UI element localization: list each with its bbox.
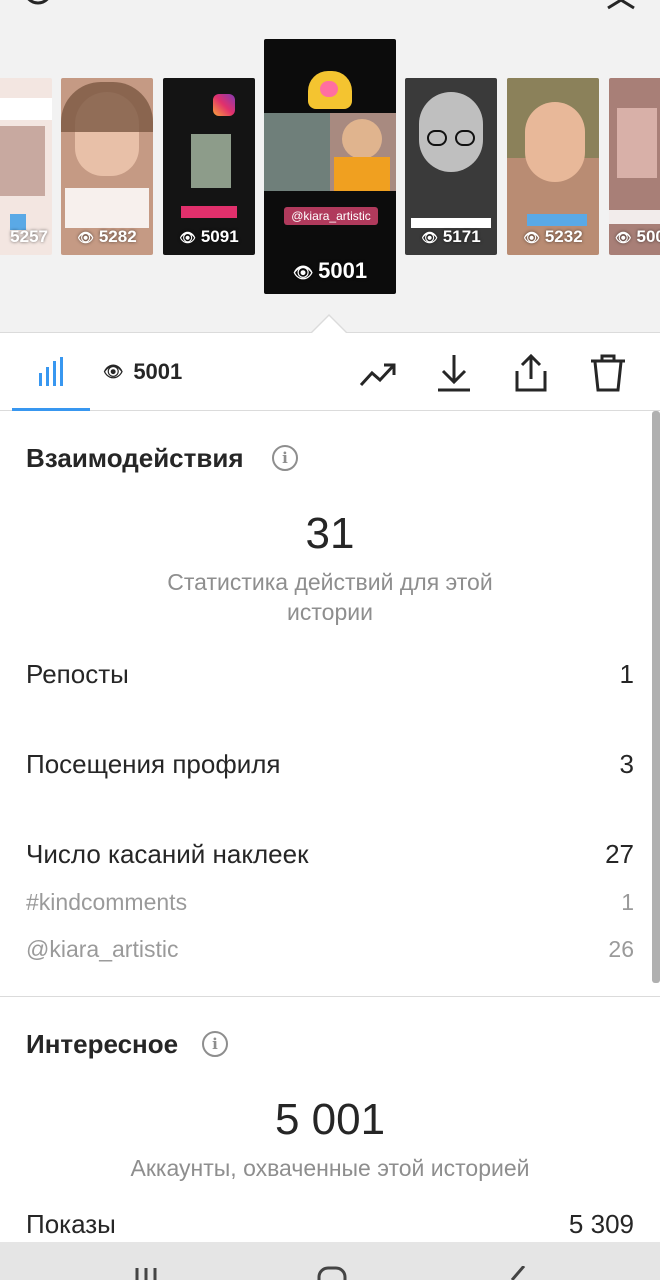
- tab-insights[interactable]: [12, 333, 90, 411]
- stories-carousel: 5257 👁 5282 👁 5091 @kiara_artistic 👁 5001 👁…: [0, 0, 660, 332]
- share-icon[interactable]: [511, 353, 551, 393]
- reposts-value: 1: [619, 659, 634, 689]
- info-icon[interactable]: i: [202, 1031, 228, 1057]
- impressions-label: Показы: [26, 1209, 116, 1239]
- interactions-total: 31: [305, 509, 355, 558]
- scrollbar[interactable]: [652, 411, 660, 983]
- trash-icon[interactable]: [588, 353, 628, 393]
- interactions-title: Взаимодействия: [26, 443, 244, 473]
- back-icon[interactable]: [502, 1266, 530, 1280]
- system-navigation-bar: [0, 1242, 660, 1280]
- story-view-count: 👁 5282: [77, 227, 137, 246]
- profile-visits-label: Посещения профиля: [26, 749, 281, 779]
- story-view-count-value: 5171: [442, 227, 481, 246]
- story-view-count-value: 5232: [544, 227, 583, 246]
- insights-toolbar: 👁 5001: [0, 333, 660, 411]
- close-icon[interactable]: [602, 0, 640, 18]
- story-thumbnail[interactable]: 👁 5171: [405, 78, 497, 255]
- story-view-count: 👁5001: [615, 227, 660, 247]
- interactions-subtitle: Статистика действий для этой истории: [167, 569, 493, 625]
- story-view-count: 5257: [10, 227, 48, 246]
- sticker-mention-label: @kiara_artistic: [26, 936, 179, 962]
- story-view-count: 👁 5232: [523, 227, 583, 246]
- impressions-value: 5 309: [568, 1209, 634, 1239]
- story-view-count: 👁 5171: [421, 227, 481, 246]
- sticker-hashtag-label: #kindcomments: [26, 889, 188, 915]
- discovery-title: Интересное: [26, 1029, 179, 1059]
- reposts-label: Репосты: [26, 659, 129, 689]
- info-icon[interactable]: i: [272, 445, 298, 471]
- discovery-subtitle: Аккаунты, охваченные этой историей: [130, 1155, 530, 1181]
- discovery-total: 5 001: [274, 1095, 386, 1144]
- sticker-taps-label: Число касаний наклеек: [26, 839, 309, 869]
- viewers-count: 5001: [133, 359, 183, 384]
- sticker-mention-value: 26: [608, 936, 634, 962]
- section-divider: [0, 996, 660, 997]
- story-thumbnail-selected[interactable]: @kiara_artistic 👁 5001: [264, 39, 396, 294]
- story-view-count-value: 5001: [636, 227, 660, 246]
- profile-visits-value: 3: [619, 749, 634, 779]
- recent-apps-icon[interactable]: [132, 1266, 162, 1280]
- story-view-count: 👁5001: [292, 258, 368, 283]
- story-mention-sticker: @kiara_artistic: [284, 207, 378, 225]
- trending-icon[interactable]: [358, 353, 398, 393]
- gear-icon[interactable]: [18, 0, 58, 16]
- story-thumbnail[interactable]: 5257: [0, 78, 52, 255]
- sticker-hashtag-value: 1: [621, 889, 634, 915]
- story-thumbnail[interactable]: 👁 5232: [507, 78, 599, 255]
- bar-chart-icon: [39, 357, 63, 386]
- story-thumbnail[interactable]: 👁5001: [609, 78, 660, 255]
- tab-viewers[interactable]: 👁 5001: [103, 359, 182, 385]
- home-icon[interactable]: [316, 1266, 348, 1280]
- story-thumbnail[interactable]: 👁 5091: [163, 78, 255, 255]
- story-view-count: 👁 5091: [179, 227, 239, 246]
- story-view-count-value: 5001: [318, 258, 368, 283]
- download-icon[interactable]: [434, 353, 474, 393]
- selected-pointer: [312, 316, 346, 333]
- eye-icon: 👁: [103, 364, 124, 381]
- sticker-taps-value: 27: [605, 839, 634, 869]
- story-view-count-value: 5091: [200, 227, 239, 246]
- story-thumbnail[interactable]: 👁 5282: [61, 78, 153, 255]
- story-view-count-value: 5282: [98, 227, 137, 246]
- insights-panel: 👁 5001 Взаимодействия i 31 Статистика де…: [0, 316, 660, 1242]
